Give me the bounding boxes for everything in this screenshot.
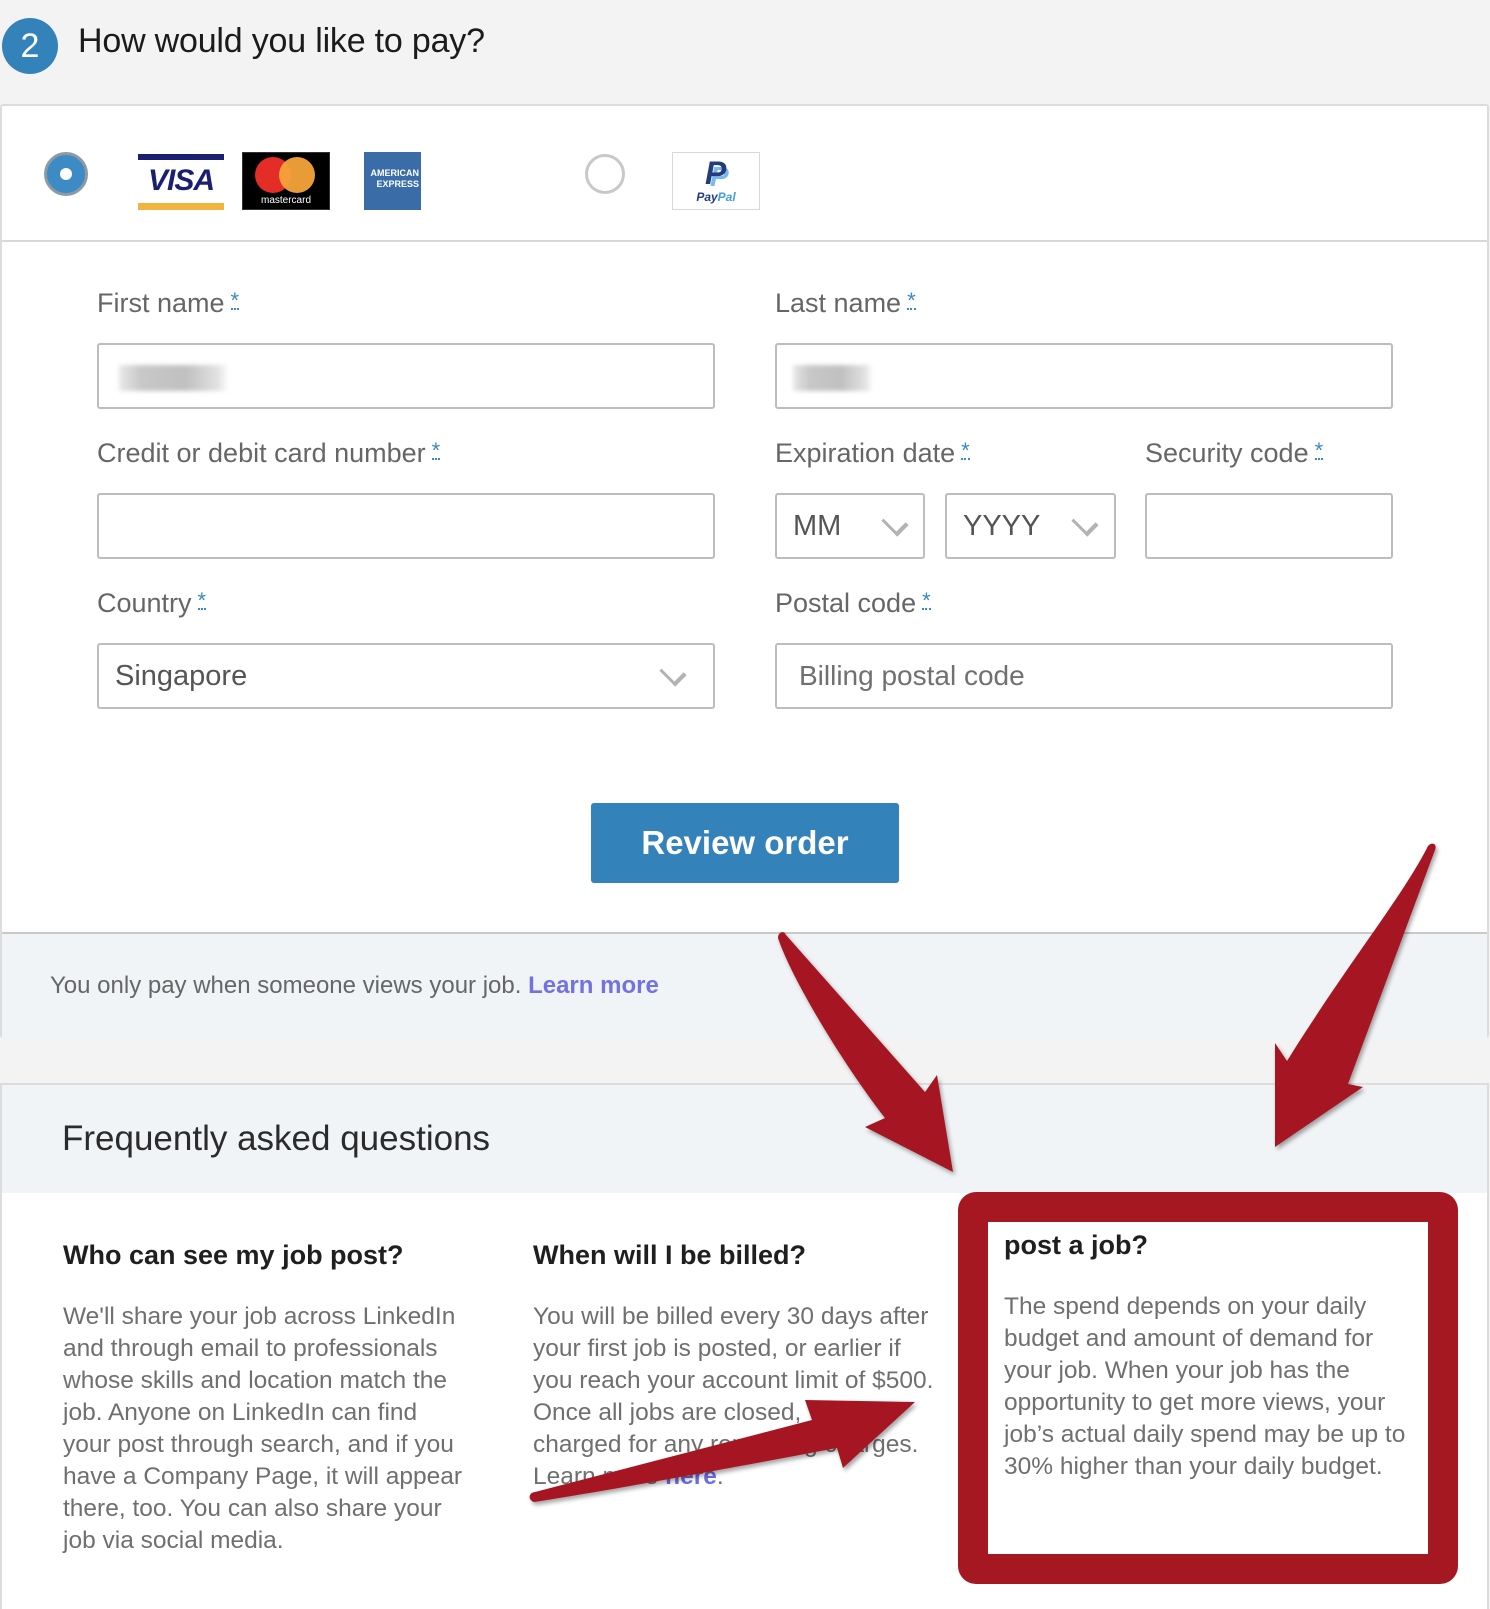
payment-note: You only pay when someone views your job… <box>50 972 659 999</box>
redacted-value <box>119 365 229 391</box>
mastercard-logo-icon: mastercard <box>242 152 330 210</box>
chevron-down-icon <box>881 509 909 537</box>
faq-section: Frequently asked questions Who can see m… <box>0 1083 1489 1609</box>
review-order-button[interactable]: Review order <box>591 803 899 883</box>
visa-logo-icon: VISA <box>138 154 224 210</box>
faq-item-highlighted: How much will it cost me to post a job? … <box>1004 1185 1414 1483</box>
first-name-label: First name * <box>97 288 240 318</box>
card-payment-radio[interactable] <box>44 152 88 196</box>
chevron-down-icon <box>1071 509 1099 537</box>
faq-header: Frequently asked questions <box>2 1085 1487 1193</box>
faq-question: Who can see my job post? <box>63 1240 404 1270</box>
expiration-date-label: Expiration date * <box>775 438 970 468</box>
security-code-input[interactable] <box>1145 493 1393 559</box>
faq-title: Frequently asked questions <box>62 1119 491 1158</box>
postal-code-input[interactable]: Billing postal code <box>775 643 1393 709</box>
paypal-payment-radio[interactable] <box>585 154 625 194</box>
faq-item: Who can see my job post? We'll share you… <box>63 1235 463 1557</box>
step-header: 2 How would you like to pay? <box>0 0 1490 104</box>
card-number-label: Credit or debit card number * <box>97 438 441 468</box>
card-number-input[interactable] <box>97 493 715 559</box>
required-marker: * <box>961 438 970 463</box>
postal-code-label: Postal code * <box>775 588 931 618</box>
expiration-month-select[interactable]: MM <box>775 493 925 559</box>
country-label: Country * <box>97 588 207 618</box>
step-title: How would you like to pay? <box>78 22 485 60</box>
amex-logo-icon: AMERICAN EXPRESS <box>364 152 421 210</box>
required-marker: * <box>431 438 441 463</box>
first-name-input[interactable] <box>97 343 715 409</box>
required-marker: * <box>1314 438 1324 463</box>
paypal-logo-icon: P P PayPal <box>672 152 760 210</box>
faq-question: How much will it cost me to post a job? <box>1004 1190 1359 1260</box>
last-name-label: Last name * <box>775 288 916 318</box>
faq-here-link[interactable]: here <box>665 1463 717 1490</box>
faq-item: When will I be billed? You will be bille… <box>533 1235 943 1493</box>
expiration-year-select[interactable]: YYYY <box>945 493 1116 559</box>
redacted-value <box>793 365 873 391</box>
faq-question: When will I be billed? <box>533 1240 807 1270</box>
country-select[interactable]: Singapore <box>97 643 715 709</box>
required-marker: * <box>922 588 931 613</box>
required-marker: * <box>197 588 207 613</box>
required-marker: * <box>907 288 916 313</box>
security-code-label: Security code * <box>1145 438 1324 468</box>
required-marker: * <box>230 288 240 313</box>
last-name-input[interactable] <box>775 343 1393 409</box>
payment-card: VISA mastercard AMERICAN EXPRESS P P Pay… <box>0 104 1489 1038</box>
payment-method-selector: VISA mastercard AMERICAN EXPRESS P P Pay… <box>2 106 1487 242</box>
learn-more-link[interactable]: Learn more <box>528 972 659 999</box>
faq-answer: The spend depends on your daily budget a… <box>1004 1293 1406 1480</box>
step-number-badge: 2 <box>2 18 58 74</box>
faq-answer: We'll share your job across LinkedIn and… <box>63 1303 463 1554</box>
payment-note-bar: You only pay when someone views your job… <box>2 932 1487 1038</box>
faq-answer: You will be billed every 30 days after y… <box>533 1303 934 1490</box>
chevron-down-icon <box>659 659 687 687</box>
